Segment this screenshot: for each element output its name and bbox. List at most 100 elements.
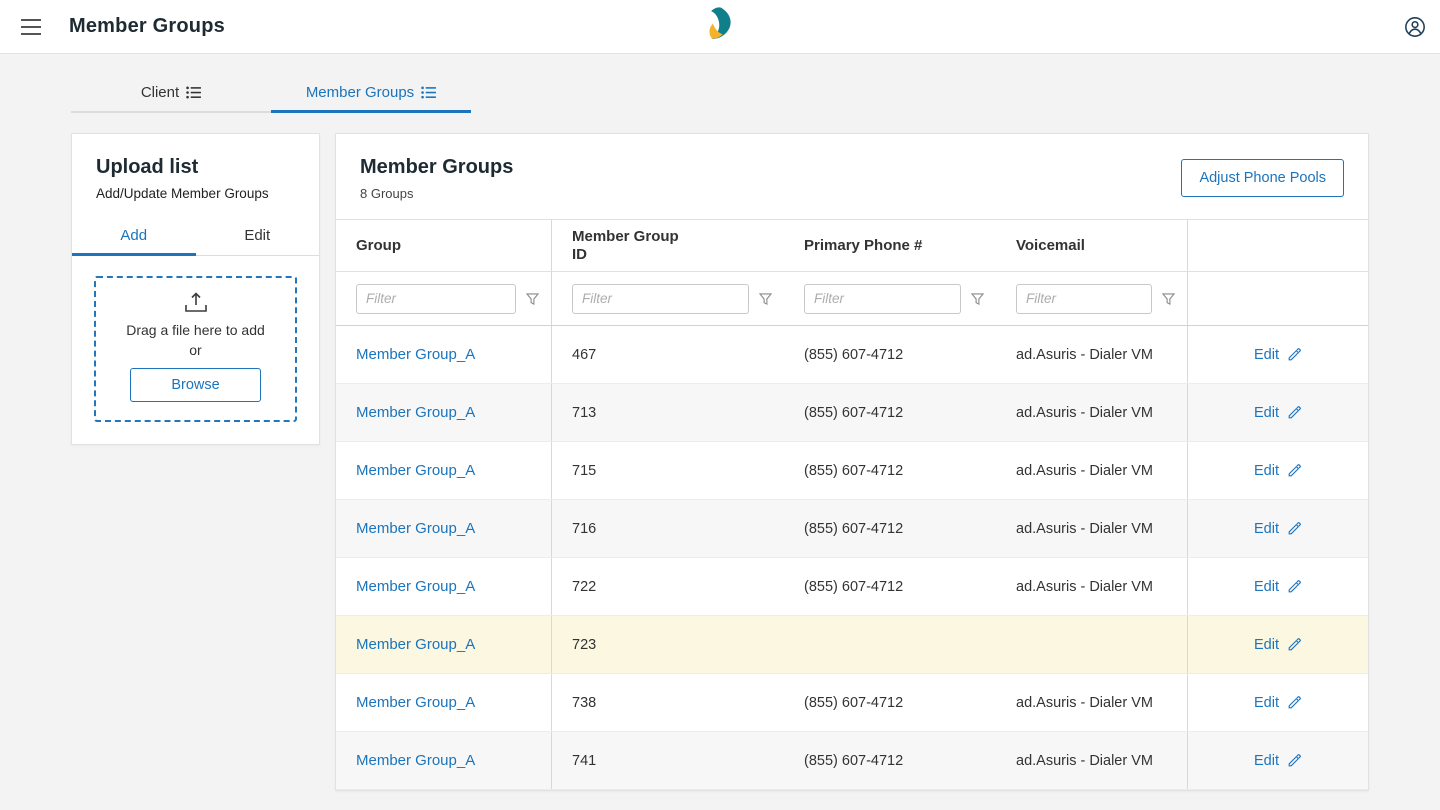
filter-input-primary-phone[interactable] (804, 283, 961, 314)
table-row: Member Group_A 715 (855) 607-4712 ad.Asu… (336, 442, 1368, 500)
pencil-icon (1288, 464, 1301, 477)
member-group-id-value: 716 (572, 520, 597, 537)
hamburger-menu-icon[interactable] (17, 15, 45, 39)
list-icon (186, 86, 202, 99)
table-row: Member Group_A 716 (855) 607-4712 ad.Asu… (336, 500, 1368, 558)
edit-label: Edit (1254, 462, 1279, 479)
table-row: Member Group_A 738 (855) 607-4712 ad.Asu… (336, 674, 1368, 732)
voicemail-value: ad.Asuris - Dialer VM (1016, 462, 1153, 479)
member-group-id-value: 715 (572, 462, 597, 479)
member-groups-table: Group Member Group ID Primary Phone # Vo… (336, 219, 1368, 790)
primary-phone-value: (855) 607-4712 (804, 578, 904, 595)
table-row: Member Group_A 713 (855) 607-4712 ad.Asu… (336, 384, 1368, 442)
edit-link[interactable]: Edit (1254, 405, 1302, 421)
member-group-id-value: 722 (572, 578, 597, 595)
member-groups-panel: Member Groups 8 Groups Adjust Phone Pool… (335, 133, 1369, 791)
primary-phone-value: (855) 607-4712 (804, 462, 904, 479)
edit-link[interactable]: Edit (1254, 637, 1302, 653)
filter-funnel-icon[interactable] (759, 292, 772, 305)
voicemail-value: ad.Asuris - Dialer VM (1016, 346, 1153, 363)
tab-member-groups-label: Member Groups (305, 84, 415, 101)
primary-phone-value: (855) 607-4712 (804, 694, 904, 711)
primary-tabs: Client Member Groups (71, 75, 471, 113)
column-header-primary-phone: Primary Phone # (804, 236, 923, 254)
pencil-icon (1288, 580, 1301, 593)
filter-funnel-icon[interactable] (1162, 292, 1175, 305)
column-header-group: Group (356, 236, 401, 254)
member-group-id-value: 723 (572, 636, 597, 653)
upload-icon (184, 292, 208, 319)
edit-link[interactable]: Edit (1254, 463, 1302, 479)
pencil-icon (1288, 522, 1301, 535)
voicemail-value: ad.Asuris - Dialer VM (1016, 752, 1153, 769)
edit-label: Edit (1254, 346, 1279, 363)
group-link[interactable]: Member Group_A (356, 404, 475, 421)
table-body: Member Group_A 467 (855) 607-4712 ad.Asu… (336, 326, 1368, 790)
group-link[interactable]: Member Group_A (356, 578, 475, 595)
voicemail-value: ad.Asuris - Dialer VM (1016, 404, 1153, 421)
table-row: Member Group_A 722 (855) 607-4712 ad.Asu… (336, 558, 1368, 616)
voicemail-value: ad.Asuris - Dialer VM (1016, 520, 1153, 537)
edit-label: Edit (1254, 520, 1279, 537)
column-header-voicemail: Voicemail (1016, 236, 1085, 254)
table-header-row: Group Member Group ID Primary Phone # Vo… (336, 220, 1368, 272)
edit-link[interactable]: Edit (1254, 579, 1302, 595)
tab-edit[interactable]: Edit (196, 217, 320, 255)
table-filter-row (336, 272, 1368, 326)
tab-member-groups[interactable]: Member Groups (271, 75, 471, 113)
pencil-icon (1288, 348, 1301, 361)
group-link[interactable]: Member Group_A (356, 520, 475, 537)
upload-panel-title: Upload list (96, 156, 199, 178)
edit-label: Edit (1254, 694, 1279, 711)
tab-add[interactable]: Add (72, 217, 196, 256)
primary-phone-value: (855) 607-4712 (804, 404, 904, 421)
primary-phone-value: (855) 607-4712 (804, 520, 904, 537)
group-link[interactable]: Member Group_A (356, 636, 475, 653)
member-group-id-value: 467 (572, 346, 597, 363)
member-group-id-value: 713 (572, 404, 597, 421)
pencil-icon (1288, 638, 1301, 651)
app-header: Member Groups (0, 0, 1440, 54)
page-title: Member Groups (69, 15, 225, 37)
main-content: Client Member Groups Upload list Add/Upd… (0, 75, 1440, 791)
group-link[interactable]: Member Group_A (356, 752, 475, 769)
account-icon[interactable] (1404, 16, 1426, 38)
voicemail-value: ad.Asuris - Dialer VM (1016, 578, 1153, 595)
upload-panel: Upload list Add/Update Member Groups Add… (71, 133, 320, 445)
primary-phone-value: (855) 607-4712 (804, 752, 904, 769)
upload-tabs: Add Edit (72, 217, 319, 256)
filter-funnel-icon[interactable] (971, 292, 984, 305)
filter-funnel-icon[interactable] (526, 292, 539, 305)
edit-link[interactable]: Edit (1254, 695, 1302, 711)
member-group-id-value: 738 (572, 694, 597, 711)
edit-link[interactable]: Edit (1254, 753, 1302, 769)
tab-client-label: Client (140, 84, 180, 101)
table-row: Member Group_A 741 (855) 607-4712 ad.Asu… (336, 732, 1368, 790)
filter-input-voicemail[interactable] (1016, 283, 1152, 314)
group-link[interactable]: Member Group_A (356, 694, 475, 711)
filter-input-member-group-id[interactable] (572, 283, 749, 314)
pencil-icon (1288, 754, 1301, 767)
edit-link[interactable]: Edit (1254, 521, 1302, 537)
edit-label: Edit (1254, 636, 1279, 653)
edit-label: Edit (1254, 404, 1279, 421)
column-header-member-group-id: Member Group ID (572, 228, 679, 263)
browse-button[interactable]: Browse (130, 367, 261, 402)
pencil-icon (1288, 696, 1301, 709)
edit-link[interactable]: Edit (1254, 347, 1302, 363)
member-group-id-value: 741 (572, 752, 597, 769)
groups-count: 8 Groups (360, 186, 414, 201)
voicemail-value: ad.Asuris - Dialer VM (1016, 694, 1153, 711)
dropzone-text: Drag a file here to add (126, 322, 265, 338)
table-row: Member Group_A 467 (855) 607-4712 ad.Asu… (336, 326, 1368, 384)
upload-panel-subtitle: Add/Update Member Groups (96, 186, 269, 201)
filter-input-group[interactable] (356, 283, 516, 314)
pencil-icon (1288, 406, 1301, 419)
group-link[interactable]: Member Group_A (356, 462, 475, 479)
file-dropzone[interactable]: Drag a file here to add or Browse (94, 276, 297, 422)
tab-client[interactable]: Client (71, 75, 271, 111)
brand-logo-icon (704, 6, 736, 47)
primary-phone-value: (855) 607-4712 (804, 346, 904, 363)
adjust-phone-pools-button[interactable]: Adjust Phone Pools (1181, 159, 1344, 197)
group-link[interactable]: Member Group_A (356, 346, 475, 363)
